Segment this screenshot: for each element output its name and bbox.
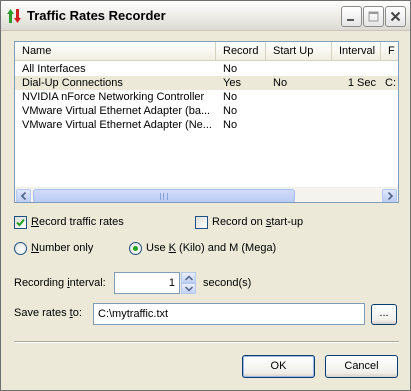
interval-unit-label: second(s) <box>203 277 252 289</box>
cell-record: No <box>223 119 238 131</box>
list-row[interactable]: All Interfaces No <box>15 62 398 76</box>
dialog-window: Traffic Rates Recorder Name Record Start… <box>0 0 411 391</box>
list-row[interactable]: NVIDIA nForce Networking Controller No <box>15 90 398 104</box>
cell-record: No <box>223 105 238 117</box>
spin-up-button[interactable] <box>181 272 196 283</box>
list-row[interactable]: VMware Virtual Ethernet Adapter (ba... N… <box>15 104 398 118</box>
close-button[interactable] <box>385 6 406 27</box>
maximize-button[interactable] <box>363 6 384 27</box>
window-title: Traffic Rates Recorder <box>27 8 166 23</box>
browse-button[interactable]: ... <box>371 304 397 325</box>
arrow-right-icon <box>387 192 394 200</box>
interval-input[interactable]: 1 <box>114 272 180 294</box>
cell-name: Dial-Up Connections <box>22 77 123 89</box>
kilo-mega-label[interactable]: Use K (Kilo) and M (Mega) <box>146 242 276 254</box>
cell-name: NVIDIA nForce Networking Controller <box>22 91 205 103</box>
ok-button[interactable]: OK <box>242 355 315 378</box>
cell-startup: No <box>273 77 288 89</box>
list-header: Name Record Start Up Interval F <box>15 42 398 61</box>
column-header-record[interactable]: Record <box>216 42 266 61</box>
column-header-startup[interactable]: Start Up <box>266 42 332 61</box>
cell-name: VMware Virtual Ethernet Adapter (ba... <box>22 105 211 117</box>
number-only-radio[interactable] <box>14 242 27 255</box>
recording-interval-label: Recording interval: <box>14 277 106 289</box>
scroll-right-button[interactable] <box>382 189 397 202</box>
cell-file: C: <box>385 77 396 89</box>
arrow-down-icon <box>185 286 193 292</box>
scroll-thumb[interactable] <box>33 189 295 202</box>
list-rows: All Interfaces No Dial-Up Connections Ye… <box>15 62 398 132</box>
cell-record: Yes <box>223 77 241 89</box>
radio-selected-dot <box>133 246 138 251</box>
grip-icon <box>160 193 168 200</box>
scroll-left-button[interactable] <box>16 189 31 202</box>
record-startup-checkbox[interactable] <box>195 216 208 229</box>
arrow-up-icon <box>185 275 193 281</box>
interfaces-list[interactable]: Name Record Start Up Interval F All Inte… <box>14 41 399 203</box>
cancel-button[interactable]: Cancel <box>325 355 398 378</box>
column-header-file[interactable]: F <box>381 42 398 61</box>
cell-interval: 1 Sec <box>347 77 376 89</box>
traffic-arrows-icon <box>7 9 21 23</box>
interval-spinner[interactable] <box>181 272 196 294</box>
save-rates-label: Save rates to: <box>14 307 82 319</box>
cell-name: VMware Virtual Ethernet Adapter (Ne... <box>22 119 212 131</box>
check-mark-icon <box>16 218 25 227</box>
arrow-left-icon <box>20 192 27 200</box>
list-row[interactable]: VMware Virtual Ethernet Adapter (Ne... N… <box>15 118 398 132</box>
column-header-interval[interactable]: Interval <box>332 42 381 61</box>
cell-record: No <box>223 63 238 75</box>
number-only-label[interactable]: Number only <box>31 242 93 254</box>
record-traffic-checkbox[interactable] <box>14 216 27 229</box>
maximize-icon <box>368 11 379 22</box>
close-icon <box>390 11 401 22</box>
horizontal-scrollbar[interactable] <box>15 187 398 202</box>
minimize-icon <box>347 19 354 21</box>
column-header-name[interactable]: Name <box>15 42 216 61</box>
list-row-selected[interactable]: Dial-Up Connections Yes No 1 Sec C: <box>15 76 398 90</box>
title-bar[interactable]: Traffic Rates Recorder <box>1 1 410 31</box>
cell-name: All Interfaces <box>22 63 86 75</box>
cell-record: No <box>223 91 238 103</box>
kilo-mega-radio[interactable] <box>129 242 142 255</box>
minimize-button[interactable] <box>341 6 362 27</box>
record-traffic-label[interactable]: Record traffic rates <box>31 216 124 228</box>
spin-down-button[interactable] <box>181 283 196 294</box>
separator <box>14 341 399 343</box>
record-startup-label[interactable]: Record on start-up <box>212 216 303 228</box>
save-path-input[interactable]: C:\mytraffic.txt <box>93 303 365 325</box>
